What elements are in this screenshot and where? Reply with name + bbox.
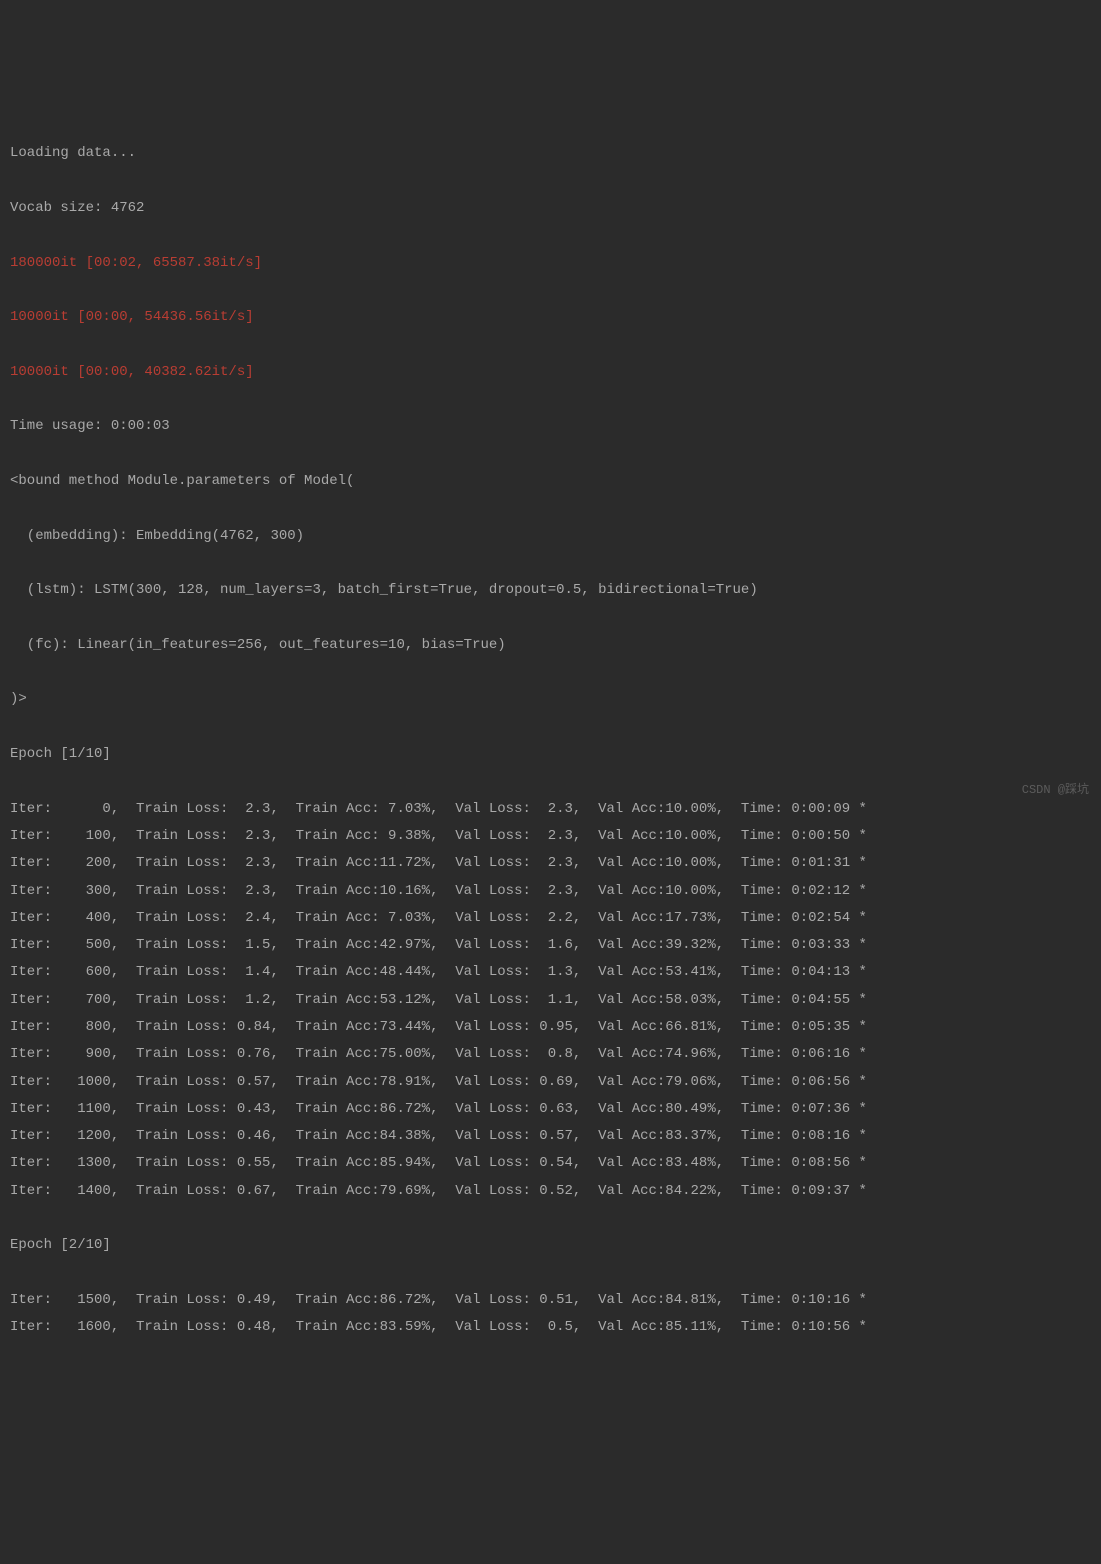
embedding-text: (embedding): Embedding(4762, 300)	[10, 523, 1091, 550]
iteration-list: Iter: 0, Train Loss: 2.3, Train Acc: 7.0…	[10, 796, 1091, 1205]
lstm-text: (lstm): LSTM(300, 128, num_layers=3, bat…	[10, 577, 1091, 604]
iter-line: Iter: 400, Train Loss: 2.4, Train Acc: 7…	[10, 905, 1091, 932]
iter-line: Iter: 800, Train Loss: 0.84, Train Acc:7…	[10, 1014, 1091, 1041]
watermark-text: CSDN @踩坑	[1022, 779, 1089, 802]
iteration-list-2: Iter: 1500, Train Loss: 0.49, Train Acc:…	[10, 1287, 1091, 1342]
iter-line: Iter: 1300, Train Loss: 0.55, Train Acc:…	[10, 1150, 1091, 1177]
iter-line: Iter: 300, Train Loss: 2.3, Train Acc:10…	[10, 878, 1091, 905]
vocab-text: Vocab size: 4762	[10, 195, 1091, 222]
iter-line: Iter: 1200, Train Loss: 0.46, Train Acc:…	[10, 1123, 1091, 1150]
iter-line: Iter: 1000, Train Loss: 0.57, Train Acc:…	[10, 1069, 1091, 1096]
model-close-text: )>	[10, 686, 1091, 713]
epoch2-text: Epoch [2/10]	[10, 1232, 1091, 1259]
time-usage-text: Time usage: 0:00:03	[10, 413, 1091, 440]
progress-line-3: 10000it [00:00, 40382.62it/s]	[10, 359, 1091, 386]
iter-line: Iter: 1400, Train Loss: 0.67, Train Acc:…	[10, 1178, 1091, 1205]
terminal-output: Loading data... Vocab size: 4762 180000i…	[10, 113, 1091, 1369]
epoch1-text: Epoch [1/10]	[10, 741, 1091, 768]
iter-line: Iter: 1100, Train Loss: 0.43, Train Acc:…	[10, 1096, 1091, 1123]
fc-text: (fc): Linear(in_features=256, out_featur…	[10, 632, 1091, 659]
iter-line: Iter: 900, Train Loss: 0.76, Train Acc:7…	[10, 1041, 1091, 1068]
iter-line: Iter: 600, Train Loss: 1.4, Train Acc:48…	[10, 959, 1091, 986]
iter-line: Iter: 500, Train Loss: 1.5, Train Acc:42…	[10, 932, 1091, 959]
iter-line: Iter: 0, Train Loss: 2.3, Train Acc: 7.0…	[10, 796, 1091, 823]
iter-line: Iter: 1600, Train Loss: 0.48, Train Acc:…	[10, 1314, 1091, 1341]
progress-line-2: 10000it [00:00, 54436.56it/s]	[10, 304, 1091, 331]
model-open-text: <bound method Module.parameters of Model…	[10, 468, 1091, 495]
iter-line: Iter: 700, Train Loss: 1.2, Train Acc:53…	[10, 987, 1091, 1014]
progress-line-1: 180000it [00:02, 65587.38it/s]	[10, 250, 1091, 277]
iter-line: Iter: 100, Train Loss: 2.3, Train Acc: 9…	[10, 823, 1091, 850]
iter-line: Iter: 1500, Train Loss: 0.49, Train Acc:…	[10, 1287, 1091, 1314]
iter-line: Iter: 200, Train Loss: 2.3, Train Acc:11…	[10, 850, 1091, 877]
loading-text: Loading data...	[10, 140, 1091, 167]
